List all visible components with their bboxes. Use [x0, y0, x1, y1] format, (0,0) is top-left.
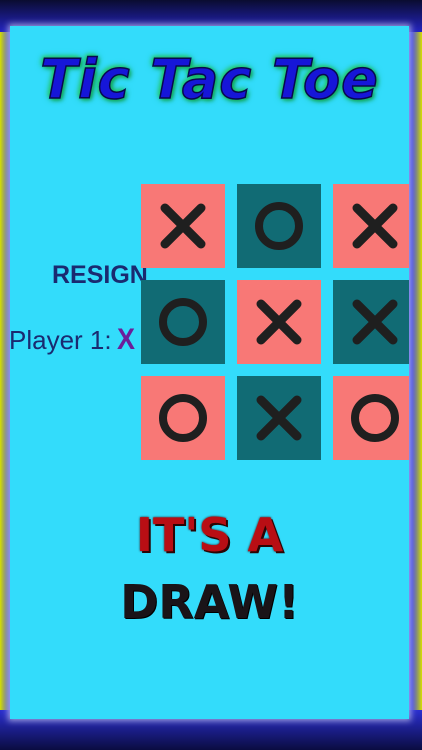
game-title: Tic Tac Toe: [40, 47, 379, 112]
board-cell-2-2[interactable]: [237, 280, 321, 364]
o-mark-icon: [159, 298, 207, 346]
game-screen: Tic Tac Toe RESIGN Player 1: X IT'S A DRA…: [10, 26, 409, 719]
board-cell-1-1[interactable]: [141, 184, 225, 268]
player-label: Player 1:: [10, 325, 112, 355]
player-mark-x-icon: X: [116, 323, 135, 356]
board-cell-1-3[interactable]: [333, 184, 409, 268]
x-mark-icon: [256, 395, 302, 441]
result-text-line1: IT'S A: [135, 508, 284, 562]
board-cell-3-2[interactable]: [237, 376, 321, 460]
board-cell-3-1[interactable]: [141, 376, 225, 460]
o-mark-icon: [351, 394, 399, 442]
o-mark-icon: [255, 202, 303, 250]
result-text-line2: DRAW!: [120, 575, 299, 629]
x-mark-icon: [352, 203, 398, 249]
board-cell-1-2[interactable]: [237, 184, 321, 268]
resign-button[interactable]: RESIGN: [52, 261, 148, 290]
board-cell-2-1[interactable]: [141, 280, 225, 364]
x-mark-icon: [352, 299, 398, 345]
o-mark-icon: [159, 394, 207, 442]
current-player-indicator: Player 1: X: [10, 323, 136, 357]
board-cell-3-3[interactable]: [333, 376, 409, 460]
x-mark-icon: [160, 203, 206, 249]
x-mark-icon: [256, 299, 302, 345]
board-cell-2-3[interactable]: [333, 280, 409, 364]
